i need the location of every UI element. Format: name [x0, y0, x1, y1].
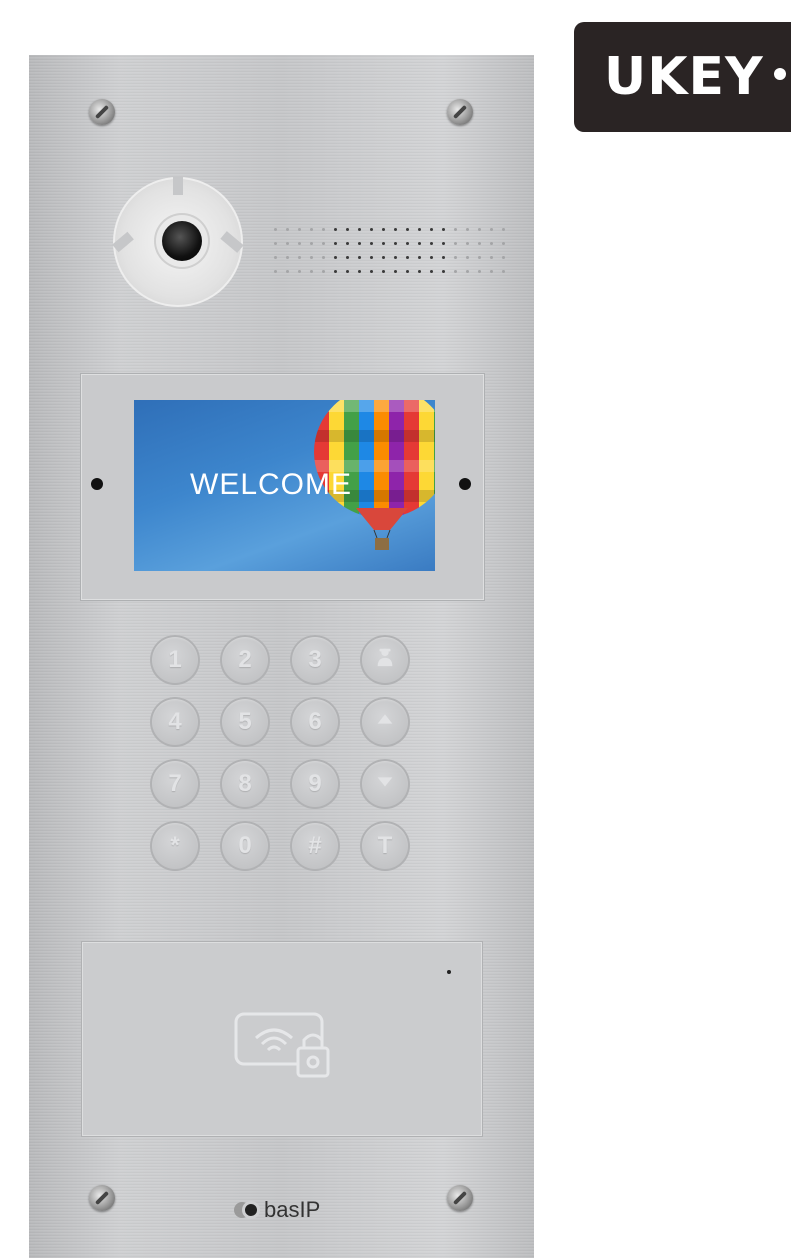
keypad: 1 2 3 4 5 6 7 8 9 * 0 # T [150, 635, 420, 875]
screw-icon [459, 478, 471, 490]
key-arrow-down[interactable] [360, 759, 410, 809]
key-0[interactable]: 0 [220, 821, 270, 871]
key-label: * [170, 832, 180, 859]
key-3[interactable]: 3 [290, 635, 340, 685]
key-label: 6 [308, 708, 322, 735]
key-label: 0 [238, 832, 252, 859]
concierge-icon [374, 646, 396, 675]
key-label: 2 [238, 646, 252, 673]
basip-logo: basIP [234, 1197, 320, 1223]
speaker-grille [274, 222, 514, 278]
nfc-lock-icon [234, 1012, 330, 1078]
key-*[interactable]: * [150, 821, 200, 871]
reader-led-icon [447, 970, 451, 974]
key-label: # [308, 832, 322, 859]
intercom-panel: WELCOME 1 2 3 4 5 6 7 8 9 * 0 # T basIP [29, 55, 534, 1258]
key-label: 5 [238, 708, 252, 735]
key-label: 1 [168, 646, 182, 673]
key-label: 8 [238, 770, 252, 797]
key-label: 3 [308, 646, 322, 673]
ukey-badge: UKEY [574, 22, 791, 132]
basip-logo-icon [234, 1201, 260, 1219]
key-4[interactable]: 4 [150, 697, 200, 747]
key-1[interactable]: 1 [150, 635, 200, 685]
key-concierge[interactable] [360, 635, 410, 685]
screw-icon [447, 99, 473, 125]
screw-icon [447, 1185, 473, 1211]
key-#[interactable]: # [290, 821, 340, 871]
screw-icon [89, 99, 115, 125]
key-label: 4 [168, 708, 182, 735]
key-7[interactable]: 7 [150, 759, 200, 809]
key-T[interactable]: T [360, 821, 410, 871]
card-reader [81, 941, 483, 1137]
key-label: T [377, 832, 393, 859]
key-2[interactable]: 2 [220, 635, 270, 685]
key-5[interactable]: 5 [220, 697, 270, 747]
welcome-text: WELCOME [190, 468, 353, 501]
badge-dot-icon [773, 68, 786, 80]
screw-icon [91, 478, 103, 490]
display-screen: WELCOME [134, 400, 435, 571]
arrow-up-icon [374, 708, 396, 737]
ukey-badge-text: UKEY [604, 47, 764, 107]
basip-logo-text: basIP [264, 1197, 321, 1222]
camera-lens-icon [162, 221, 202, 261]
key-arrow-up[interactable] [360, 697, 410, 747]
key-8[interactable]: 8 [220, 759, 270, 809]
arrow-down-icon [374, 770, 396, 799]
display-bezel: WELCOME [80, 373, 485, 601]
key-6[interactable]: 6 [290, 697, 340, 747]
key-9[interactable]: 9 [290, 759, 340, 809]
key-label: 7 [168, 770, 182, 797]
screw-icon [89, 1185, 115, 1211]
key-label: 9 [308, 770, 322, 797]
